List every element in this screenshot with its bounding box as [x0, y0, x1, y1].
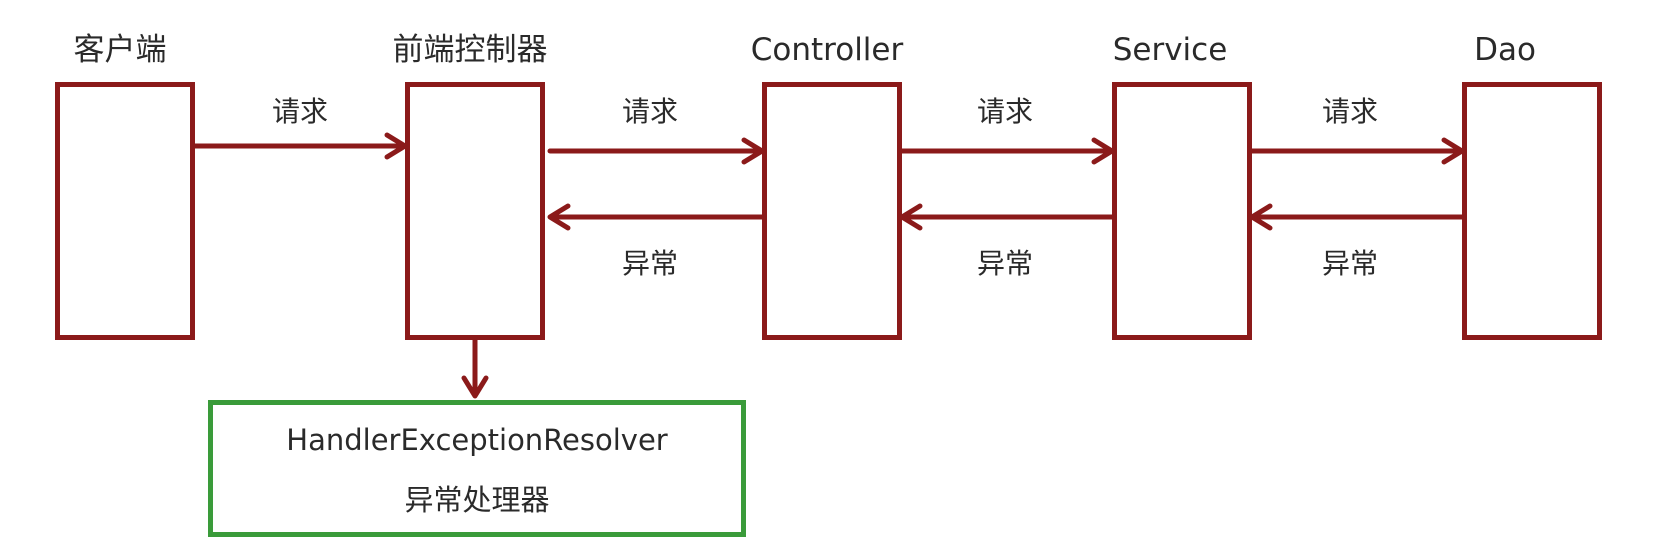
- handler-name: HandlerExceptionResolver: [286, 423, 668, 457]
- exception-arrow-dao-service: [1249, 203, 1465, 231]
- request-label: 请求: [271, 95, 328, 128]
- handler-arrow-down: [461, 337, 489, 399]
- exception-arrow-service-controller: [899, 203, 1115, 231]
- handler-subtitle: 异常处理器: [404, 483, 550, 517]
- request-arrow-front-controller: [547, 137, 765, 165]
- exception-label: 异常: [1321, 247, 1378, 280]
- request-label: 请求: [621, 95, 678, 128]
- exception-label: 异常: [621, 247, 678, 280]
- request-arrow-service-dao: [1249, 137, 1465, 165]
- handler-exception-resolver-box: HandlerExceptionResolver 异常处理器: [208, 400, 746, 537]
- exception-arrow-controller-front: [547, 203, 765, 231]
- request-arrow-client-front: [192, 132, 408, 160]
- exception-flow-diagram: 客户端 前端控制器 Controller Service Dao 请求 请求 请…: [0, 0, 1679, 548]
- request-label: 请求: [976, 95, 1033, 128]
- request-label: 请求: [1321, 95, 1378, 128]
- exception-label: 异常: [976, 247, 1033, 280]
- request-arrow-controller-service: [899, 137, 1115, 165]
